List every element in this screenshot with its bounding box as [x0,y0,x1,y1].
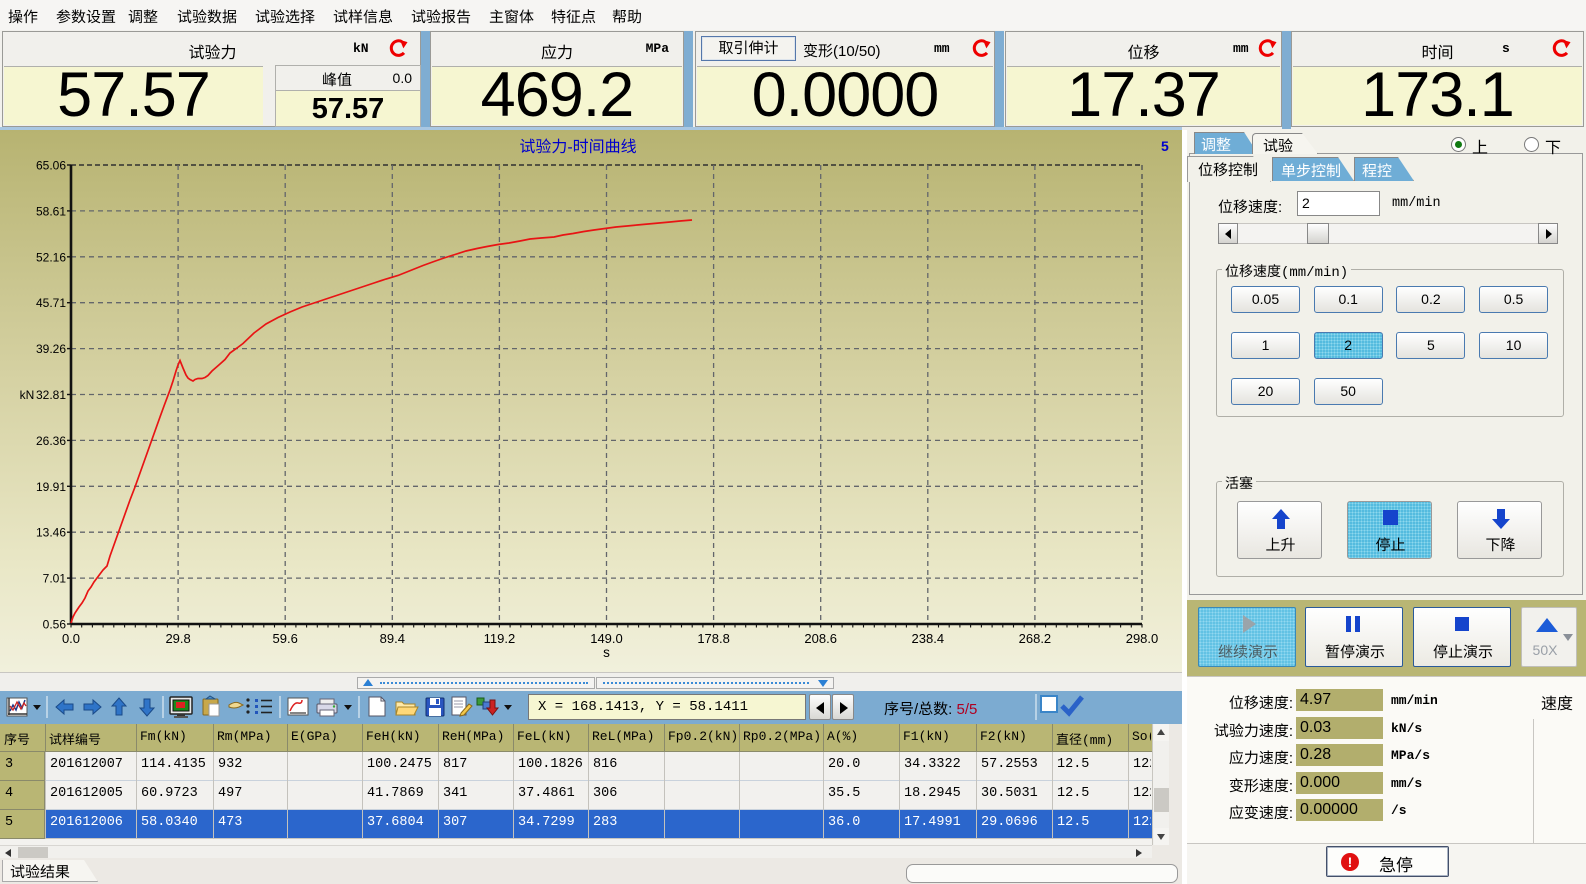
svg-text:0.56: 0.56 [43,618,67,632]
svg-text:58.61: 58.61 [36,204,66,218]
svg-text:32.81: 32.81 [36,388,66,402]
svg-text:26.36: 26.36 [36,434,66,448]
svg-text:kN: kN [20,388,35,402]
svg-text:238.4: 238.4 [912,631,945,646]
svg-text:s: s [603,645,610,660]
svg-text:5: 5 [1161,138,1169,154]
svg-text:13.46: 13.46 [36,526,66,540]
svg-text:298.0: 298.0 [1126,631,1159,646]
svg-text:29.8: 29.8 [165,631,190,646]
svg-text:39.26: 39.26 [36,342,66,356]
svg-text:268.2: 268.2 [1019,631,1052,646]
svg-text:7.01: 7.01 [43,572,67,586]
svg-text:59.6: 59.6 [273,631,298,646]
svg-text:119.2: 119.2 [484,631,516,646]
svg-text:178.8: 178.8 [697,631,730,646]
svg-text:65.06: 65.06 [36,159,66,173]
svg-text:208.6: 208.6 [804,631,837,646]
svg-text:89.4: 89.4 [380,631,405,646]
svg-text:45.71: 45.71 [36,296,66,310]
svg-text:149.0: 149.0 [590,631,623,646]
svg-text:52.16: 52.16 [36,250,66,264]
svg-text:0.0: 0.0 [62,631,80,646]
svg-text:试验力-时间曲线: 试验力-时间曲线 [519,138,636,156]
svg-text:19.91: 19.91 [36,480,66,494]
